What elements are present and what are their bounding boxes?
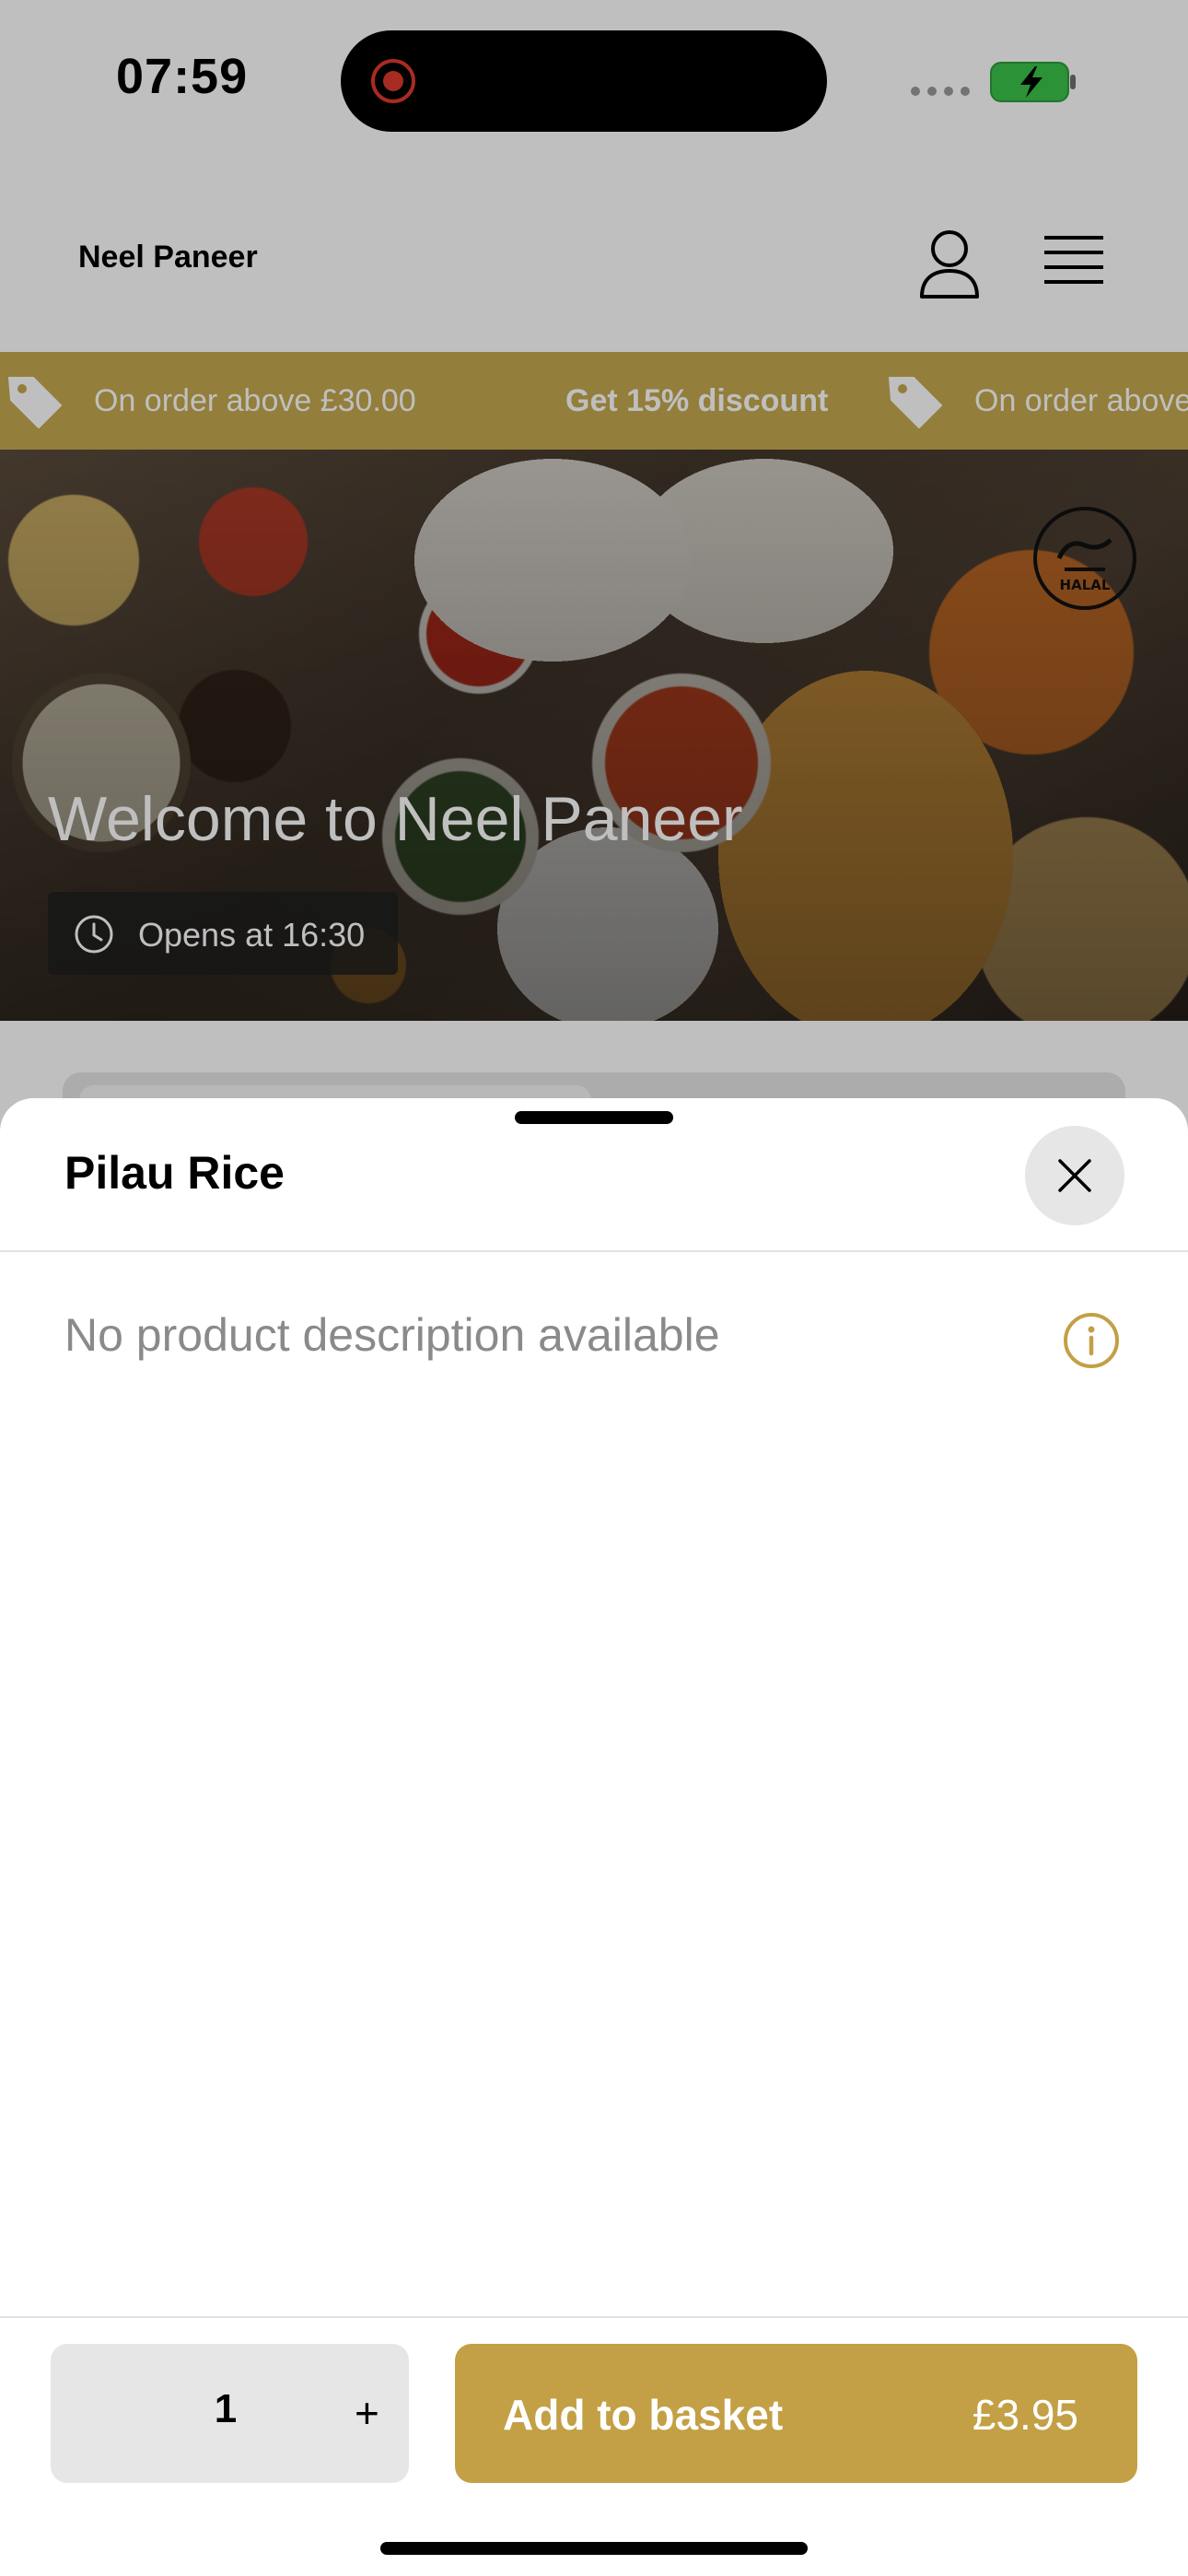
- product-sheet: Pilau Rice No product description availa…: [0, 1098, 1188, 2576]
- add-to-basket-button[interactable]: Add to basket £3.95: [455, 2344, 1137, 2483]
- product-description: No product description available: [64, 1309, 720, 1361]
- quantity-value: 1: [214, 2386, 238, 2431]
- info-icon[interactable]: [1063, 1312, 1120, 1369]
- product-title: Pilau Rice: [64, 1147, 285, 1199]
- increment-button[interactable]: +: [355, 2381, 410, 2445]
- close-icon: [1058, 1159, 1091, 1192]
- sheet-grabber[interactable]: [515, 1111, 673, 1124]
- divider: [0, 1250, 1188, 1252]
- close-button[interactable]: [1025, 1126, 1124, 1225]
- quantity-stepper: 1 +: [51, 2344, 409, 2483]
- product-price: £3.95: [972, 2391, 1078, 2439]
- app-screen: 07:59 Neel Paneer On order above £30.00 …: [0, 0, 1188, 2576]
- add-to-basket-label: Add to basket: [503, 2391, 784, 2439]
- divider: [0, 2316, 1188, 2318]
- home-indicator[interactable]: [380, 2542, 808, 2555]
